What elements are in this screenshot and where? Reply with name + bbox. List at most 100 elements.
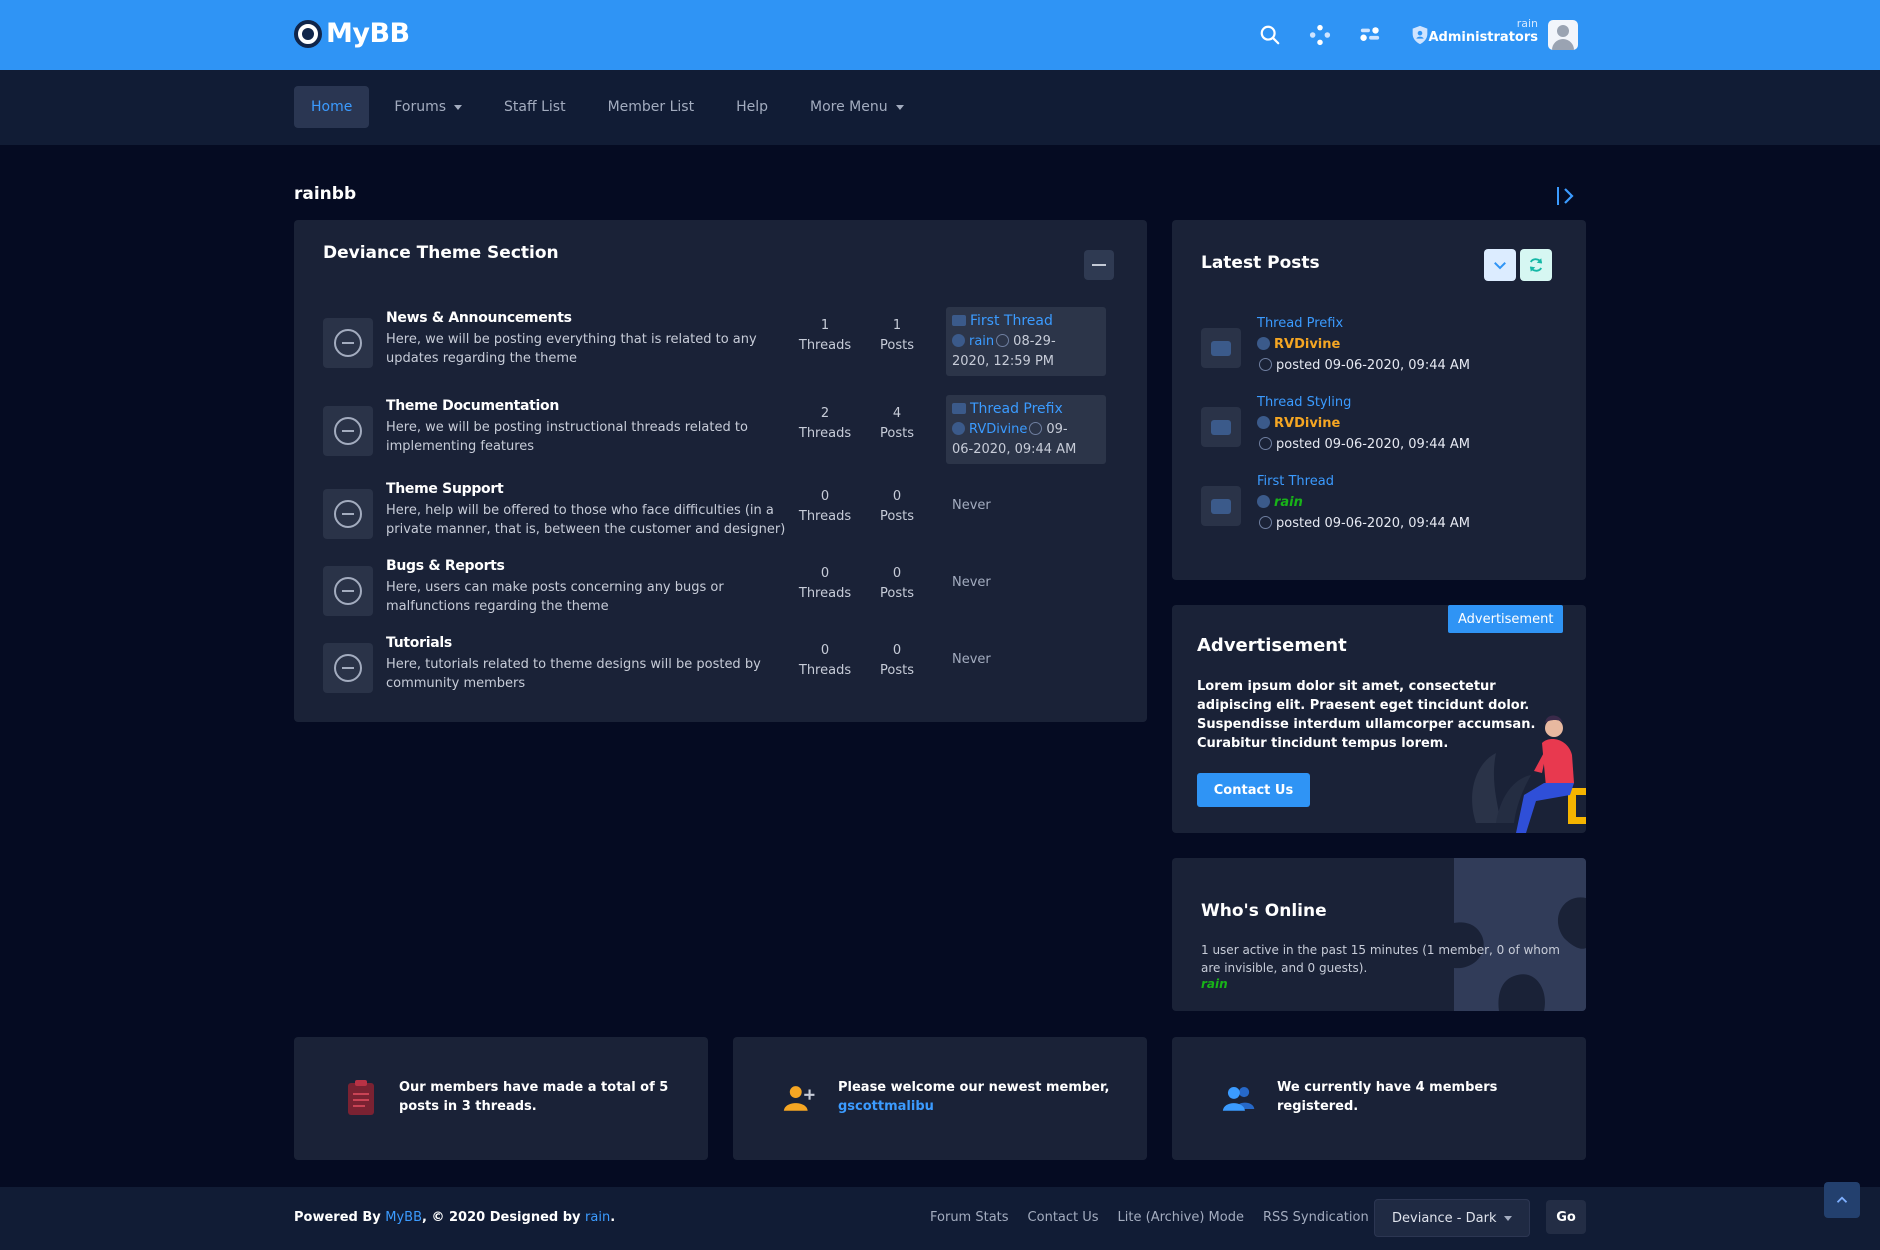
newest-member-prefix: Please welcome our newest member, (838, 1080, 1110, 1095)
clock-icon (1029, 422, 1043, 435)
thread-count: 0 Threads (790, 564, 860, 604)
nav-menu: Home Forums Staff List Member List Help … (294, 86, 929, 128)
thread-count: 2 Threads (790, 404, 860, 444)
online-user-link[interactable]: rain (1201, 977, 1228, 991)
latest-post-title[interactable]: Thread Styling (1257, 395, 1351, 410)
author-name: rain (1274, 495, 1303, 510)
thread-icon (1201, 486, 1241, 526)
latest-post-title[interactable]: First Thread (1257, 474, 1334, 489)
nav-item-home[interactable]: Home (294, 86, 370, 128)
thread-icon (952, 403, 966, 414)
newest-member-link[interactable]: gscottmalibu (838, 1099, 934, 1114)
avatar[interactable] (1548, 20, 1578, 50)
footer-link-forum-stats[interactable]: Forum Stats (930, 1210, 1009, 1225)
last-post-date: 09- (1046, 422, 1068, 437)
mybb-logo-icon (294, 19, 322, 48)
designer-link[interactable]: rain (585, 1210, 610, 1225)
latest-post-author[interactable]: RVDivine (1257, 416, 1340, 431)
thread-count-value: 1 (820, 318, 830, 333)
forum-name[interactable]: Bugs & Reports (386, 558, 505, 574)
forum-description: Here, we will be posting everything that… (386, 332, 757, 366)
latest-posts-title: Latest Posts (1201, 253, 1320, 273)
last-post-title[interactable]: Thread Prefix (970, 401, 1063, 417)
user-menu[interactable]: rain Administrators (1428, 17, 1538, 45)
last-post-user[interactable]: RVDivine (969, 422, 1027, 437)
nav-item-more-menu[interactable]: More Menu (793, 86, 921, 128)
last-post-never: Never (952, 498, 991, 513)
thread-count: 0 Threads (790, 487, 860, 527)
post-count-value: 0 (892, 489, 902, 504)
go-button[interactable]: Go (1546, 1200, 1586, 1234)
nav-item-label: Forums (394, 99, 447, 115)
top-header: MyBB rain Administrators (0, 0, 1880, 70)
clipboard-icon (348, 1080, 374, 1115)
latest-post-author[interactable]: RVDivine (1257, 337, 1340, 352)
thread-count-value: 0 (820, 566, 830, 581)
latest-posts-collapse-button[interactable] (1484, 249, 1516, 281)
main-navbar: Home Forums Staff List Member List Help … (0, 70, 1880, 145)
author-name: RVDivine (1274, 416, 1341, 431)
forum-name[interactable]: Theme Documentation (386, 398, 559, 414)
members-stats-card: We currently have 4 members registered. (1172, 1037, 1586, 1160)
nav-item-member-list[interactable]: Member List (591, 86, 712, 128)
post-count: 0 Posts (862, 564, 932, 604)
last-post-user[interactable]: rain (969, 334, 994, 349)
thread-icon (952, 315, 966, 326)
nav-item-help[interactable]: Help (719, 86, 785, 128)
thread-count: 1 Threads (790, 316, 860, 356)
clock-icon (1259, 358, 1272, 371)
category-title[interactable]: Deviance Theme Section (323, 243, 559, 263)
user-name: rain (1516, 17, 1538, 30)
back-to-top-button[interactable] (1824, 1182, 1860, 1218)
post-count-label: Posts (880, 426, 914, 441)
posts-stats-card: Our members have made a total of 5 posts… (294, 1037, 708, 1160)
thread-count-label: Threads (798, 426, 852, 441)
page-footer: Powered By MyBB, © 2020 Designed by rain… (0, 1187, 1880, 1250)
footer-link-contact-us[interactable]: Contact Us (1028, 1210, 1099, 1225)
user-icon (952, 422, 965, 435)
footer-link-rss[interactable]: RSS Syndication (1263, 1210, 1369, 1225)
post-count-label: Posts (880, 586, 914, 601)
mybb-link[interactable]: MyBB (385, 1210, 422, 1225)
post-count: 0 Posts (862, 487, 932, 527)
last-post-date: 2020, 12:59 PM (952, 354, 1055, 369)
nav-item-label: Member List (607, 99, 695, 115)
forum-status-icon (323, 489, 373, 539)
latest-post-author[interactable]: rain (1257, 495, 1303, 510)
person-illustration-icon (1472, 715, 1586, 833)
sidebar-toggle-icon[interactable] (1554, 184, 1578, 208)
site-logo[interactable]: MyBB (294, 18, 410, 49)
post-count-value: 0 (892, 643, 902, 658)
last-post-never: Never (952, 575, 991, 590)
contact-us-button[interactable]: Contact Us (1197, 773, 1310, 807)
thread-count-value: 0 (820, 643, 830, 658)
last-post-title[interactable]: First Thread (970, 313, 1053, 329)
nav-item-staff-list[interactable]: Staff List (487, 86, 583, 128)
search-icon[interactable] (1258, 20, 1282, 50)
thread-icon (1201, 328, 1241, 368)
forum-name[interactable]: News & Announcements (386, 310, 572, 326)
theme-select[interactable]: Deviance - Dark (1374, 1199, 1530, 1237)
clock-icon (1259, 437, 1272, 450)
latest-post-title[interactable]: Thread Prefix (1257, 316, 1343, 331)
nav-item-label: Help (736, 99, 768, 115)
moderation-icon[interactable] (1308, 20, 1332, 50)
chevron-down-icon (895, 104, 904, 110)
footer-link-lite-mode[interactable]: Lite (Archive) Mode (1118, 1210, 1244, 1225)
settings-sliders-icon[interactable] (1358, 20, 1382, 50)
powered-prefix: Powered By (294, 1210, 381, 1225)
forum-category-panel: Deviance Theme Section News & Announceme… (294, 220, 1147, 722)
post-count-label: Posts (880, 663, 914, 678)
powered-by: Powered By MyBB, © 2020 Designed by rain… (294, 1210, 616, 1225)
post-count-label: Posts (880, 509, 914, 524)
forum-name[interactable]: Theme Support (386, 481, 504, 497)
latest-posts-refresh-button[interactable] (1520, 249, 1552, 281)
nav-item-label: More Menu (810, 99, 888, 115)
last-post-never: Never (952, 652, 991, 667)
nav-item-forums[interactable]: Forums (377, 86, 479, 128)
post-count: 4 Posts (862, 404, 932, 444)
collapse-category-button[interactable] (1084, 250, 1114, 280)
post-count-value: 1 (892, 318, 902, 333)
powered-mid: , © 2020 Designed by (422, 1210, 581, 1225)
forum-name[interactable]: Tutorials (386, 635, 452, 651)
